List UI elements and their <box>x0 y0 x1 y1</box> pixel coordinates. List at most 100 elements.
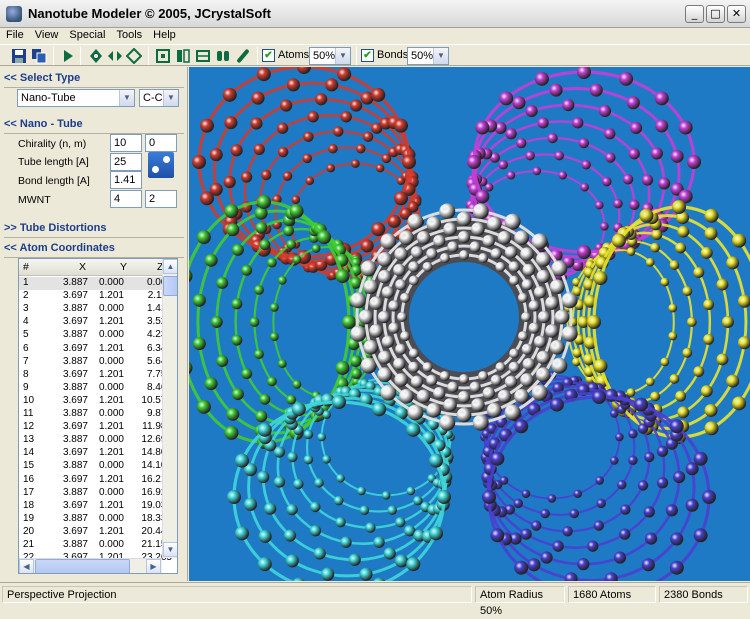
cell-x: 3.697 <box>62 525 88 537</box>
toolbar-separator <box>257 47 258 65</box>
type-select[interactable]: Nano-Tube ▼ <box>17 89 135 107</box>
nanotube-green[interactable] <box>189 195 383 449</box>
vertical-scroll-thumb[interactable] <box>163 276 177 296</box>
chevron-down-icon[interactable]: ▼ <box>433 48 448 64</box>
chevron-down-icon[interactable]: ▼ <box>335 48 350 64</box>
measure-icon[interactable] <box>235 48 251 64</box>
table-row[interactable]: 10 3.697 1.201 10.575 <box>19 394 177 408</box>
cell-index: 15 <box>23 460 35 472</box>
move-icon[interactable] <box>107 48 123 64</box>
tube-distortions-header[interactable]: >> Tube Distortions <box>4 222 184 238</box>
generate-icon-dot <box>163 156 170 163</box>
cell-index: 18 <box>23 499 35 511</box>
projection-status: Perspective Projection <box>2 586 472 603</box>
table-row[interactable]: 16 3.697 1.201 16.215 <box>19 474 177 487</box>
horizontal-scrollbar[interactable]: ◀ ▶ <box>19 558 162 573</box>
table-row[interactable]: 14 3.697 1.201 14.805 <box>19 447 177 460</box>
table-row[interactable]: 9 3.887 0.000 8.460 <box>19 381 177 395</box>
atoms-label: Atoms <box>278 49 310 61</box>
table-row[interactable]: 1 3.887 0.000 0.000 <box>19 277 177 290</box>
rotate-icon[interactable] <box>88 48 104 64</box>
zoom-icon[interactable] <box>126 48 142 64</box>
table-row[interactable]: 19 3.887 0.000 18.330 <box>19 513 177 526</box>
atoms-size-select[interactable]: 50% ▼ <box>309 47 351 65</box>
chevron-down-icon[interactable]: ▼ <box>119 90 134 106</box>
tube-length-field[interactable]: 25 <box>110 153 142 171</box>
col-header-index[interactable]: # <box>23 261 29 273</box>
table-row[interactable]: 13 3.887 0.000 12.690 <box>19 434 177 447</box>
cell-x: 3.697 <box>62 499 88 511</box>
copy-icon[interactable] <box>31 48 47 64</box>
menu-special[interactable]: Special <box>63 28 110 41</box>
table-row[interactable]: 20 3.697 1.201 20.445 <box>19 525 177 539</box>
generate-button[interactable] <box>148 152 174 178</box>
close-button[interactable]: ✕ <box>727 5 746 23</box>
bond-length-field[interactable]: 1.41 <box>110 171 142 189</box>
atom-coordinates-header[interactable]: << Atom Coordinates <box>4 242 184 258</box>
table-row[interactable]: 17 3.887 0.000 16.920 <box>19 486 177 500</box>
3d-viewport[interactable] <box>189 67 750 581</box>
horizontal-scroll-thumb[interactable] <box>35 559 130 573</box>
table-row[interactable]: 5 3.887 0.000 4.230 <box>19 329 177 342</box>
col-header-y[interactable]: Y <box>120 261 127 273</box>
properties-panel: << Select Type Nano-Tube ▼ C-C ▼ << Nano… <box>0 67 188 581</box>
cell-index: 17 <box>23 486 35 498</box>
view-top-icon[interactable] <box>195 48 211 64</box>
maximize-button[interactable]: □ <box>706 5 725 23</box>
mwnt-a-field[interactable]: 4 <box>110 190 142 208</box>
menu-file[interactable]: File <box>0 28 29 41</box>
chevron-down-icon[interactable]: ▼ <box>163 90 178 106</box>
scroll-left-icon[interactable]: ◀ <box>19 559 34 573</box>
table-row[interactable]: 21 3.887 0.000 21.150 <box>19 539 177 552</box>
table-row[interactable]: 8 3.697 1.201 7.755 <box>19 369 177 382</box>
cell-x: 3.887 <box>62 434 88 446</box>
table-row[interactable]: 12 3.697 1.201 11.985 <box>19 421 177 434</box>
generate-icon <box>152 166 159 173</box>
cell-y: 0.000 <box>98 303 124 315</box>
nanotube-header[interactable]: << Nano - Tube <box>4 118 184 134</box>
tube-length-label: Tube length [A] <box>18 156 89 168</box>
nanotube-white[interactable] <box>350 203 578 431</box>
cell-y: 0.000 <box>98 539 124 550</box>
save-icon[interactable] <box>11 48 27 64</box>
menu-view[interactable]: View <box>29 28 64 41</box>
cell-y: 0.000 <box>98 381 124 393</box>
col-header-x[interactable]: X <box>79 261 86 273</box>
table-row[interactable]: 11 3.887 0.000 9.870 <box>19 408 177 421</box>
table-row[interactable]: 4 3.697 1.201 3.525 <box>19 316 177 329</box>
select-type-header[interactable]: << Select Type <box>4 72 184 88</box>
table-row[interactable]: 3 3.887 0.000 1.410 <box>19 303 177 316</box>
nanotube-render[interactable] <box>189 67 750 581</box>
play-icon[interactable] <box>60 48 76 64</box>
bonds-view-icon[interactable] <box>215 48 231 64</box>
view-front-icon[interactable] <box>155 48 171 64</box>
table-row[interactable]: 6 3.697 1.201 6.345 <box>19 342 177 356</box>
bonds-checkbox[interactable]: ✔ <box>361 49 374 62</box>
scroll-up-icon[interactable]: ▲ <box>163 259 177 274</box>
scroll-right-icon[interactable]: ▶ <box>146 559 161 573</box>
cell-x: 3.697 <box>62 394 88 406</box>
cell-y: 0.000 <box>98 460 124 472</box>
menu-help[interactable]: Help <box>147 28 181 41</box>
table-row[interactable]: 7 3.887 0.000 5.640 <box>19 356 177 369</box>
table-row[interactable]: 15 3.887 0.000 14.100 <box>19 460 177 473</box>
vertical-scrollbar[interactable]: ▲ ▼ <box>162 259 177 558</box>
cell-index: 4 <box>23 316 29 328</box>
minimize-button[interactable]: _ <box>685 5 704 23</box>
chirality-n-field[interactable]: 10 <box>110 134 142 152</box>
table-row[interactable]: 18 3.697 1.201 19.035 <box>19 499 177 513</box>
table-row[interactable]: 2 3.697 1.201 2.119 <box>19 290 177 303</box>
bonds-size-select[interactable]: 50% ▼ <box>407 47 449 65</box>
nanotube-yellow[interactable] <box>564 200 750 444</box>
cell-index: 10 <box>23 394 35 406</box>
mwnt-b-field[interactable]: 2 <box>145 190 177 208</box>
chirality-m-field[interactable]: 0 <box>145 134 177 152</box>
scroll-down-icon[interactable]: ▼ <box>163 542 177 557</box>
cell-x: 3.697 <box>62 342 88 354</box>
atoms-checkbox[interactable]: ✔ <box>262 49 275 62</box>
menu-tools[interactable]: Tools <box>110 28 147 41</box>
atom-count-status: 1680 Atoms <box>568 586 656 603</box>
element-select[interactable]: C-C ▼ <box>139 89 179 107</box>
cell-y: 0.000 <box>98 434 124 446</box>
view-side-icon[interactable] <box>175 48 191 64</box>
